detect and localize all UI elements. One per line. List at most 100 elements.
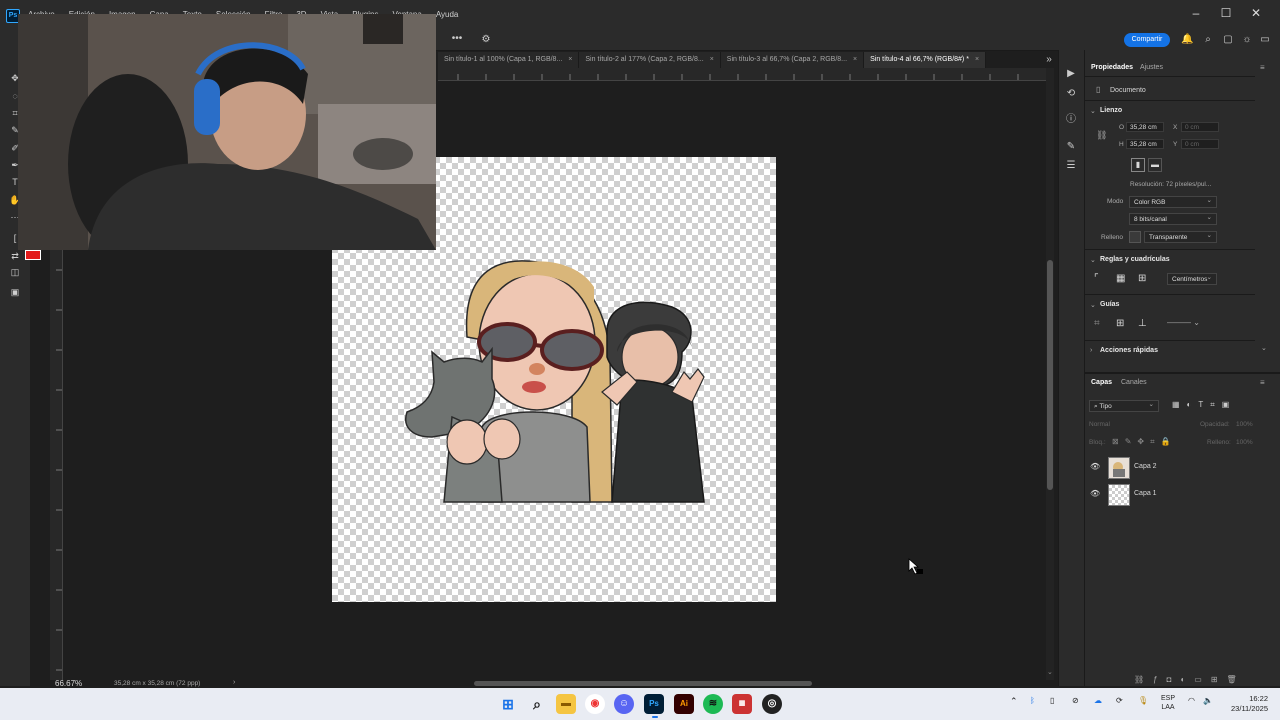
workspace-icon[interactable]: ▭ (1259, 34, 1271, 46)
canvas-section-title[interactable]: Lienzo (1100, 107, 1122, 114)
close-tab-icon[interactable]: × (568, 56, 572, 63)
fill-value[interactable]: 100% (1236, 439, 1253, 446)
guides-shape-icon[interactable]: ⊥ (1138, 318, 1147, 329)
file-explorer-icon[interactable]: ▬ (556, 694, 576, 714)
minimize-icon[interactable]: – (1186, 6, 1206, 20)
panel-menu-icon[interactable]: ≡ (1260, 63, 1265, 72)
tab-channels[interactable]: Canales (1121, 379, 1147, 386)
y-field[interactable]: 0 cm (1181, 139, 1219, 149)
chevron-up-icon[interactable]: ⌃ (1010, 696, 1018, 707)
x-field[interactable]: 0 cm (1181, 122, 1219, 132)
bluetooth-icon[interactable]: ᛒ (1030, 696, 1035, 705)
pixel-grid-icon[interactable]: ⊞ (1138, 273, 1146, 284)
tabs-overflow-icon[interactable]: » (1043, 54, 1055, 66)
lock-icons[interactable]: ⊠✎✥⌗🔒 (1112, 437, 1177, 447)
eye-icon[interactable]: 👁 (1090, 462, 1100, 471)
chevron-down-icon[interactable]: ⌄ (1261, 344, 1267, 352)
document-tab[interactable]: Sin título-2 al 177% (Capa 2, RGB/8... × (579, 52, 721, 68)
guides-section-title[interactable]: Guías (1100, 301, 1119, 308)
chrome-icon[interactable]: ◉ (585, 694, 605, 714)
eye-icon[interactable]: 👁 (1090, 489, 1100, 498)
tab-layers[interactable]: Capas (1091, 379, 1112, 386)
photoshop-icon[interactable]: Ps (644, 694, 664, 714)
wifi-icon[interactable]: ◠ (1188, 696, 1195, 705)
layer-name[interactable]: Capa 1 (1134, 490, 1157, 497)
document-tab[interactable]: Sin título-4 al 66,7% (RGB/8#) * × (864, 52, 987, 68)
quick-actions-section-title[interactable]: Acciones rápidas (1100, 347, 1158, 354)
discord-icon[interactable]: ☺ (614, 694, 634, 714)
discover-icon[interactable]: ▢ (1222, 34, 1234, 46)
history-icon[interactable]: ⟲ (1065, 88, 1077, 100)
game-app-icon[interactable]: ▦ (732, 694, 752, 714)
screen-mode-icon[interactable]: ▣ (9, 286, 21, 298)
network-off-icon[interactable]: ⊘ (1072, 696, 1079, 705)
chevron-down-icon[interactable]: ⌄ (1090, 301, 1096, 309)
ruler-icon[interactable]: ⌜ (1094, 273, 1099, 284)
obs-icon[interactable]: ◎ (762, 694, 782, 714)
search-icon[interactable]: ⌕ (1202, 34, 1214, 46)
microphone-icon[interactable]: 🎙 (1138, 696, 1148, 705)
maximize-icon[interactable]: ☐ (1216, 6, 1236, 20)
link-icon[interactable]: ⛓ (1096, 130, 1107, 141)
more-options-icon[interactable]: ••• (451, 33, 463, 45)
language-indicator[interactable]: ESP LAA (1158, 694, 1178, 712)
quick-mask-icon[interactable]: ◫ (9, 266, 21, 278)
cloud-icon[interactable]: ☁ (1094, 696, 1102, 705)
windows-start-icon[interactable]: ⊞ (498, 694, 518, 714)
tab-properties[interactable]: Propiedades (1091, 64, 1133, 71)
illustrator-icon[interactable]: Ai (674, 694, 694, 714)
sync-icon[interactable]: ⟳ (1116, 696, 1123, 705)
mode-select[interactable]: Color RGB (1129, 195, 1217, 208)
width-field[interactable]: 35,28 cm (1126, 122, 1164, 132)
layer-filter-icons[interactable]: ▦◐T⌗▣ (1172, 400, 1236, 410)
clock[interactable]: 16:22 23/11/2025 (1224, 694, 1268, 714)
scroll-down-icon[interactable]: ⌄ (1047, 668, 1053, 676)
fill-select[interactable]: Transparente (1144, 230, 1217, 243)
chevron-right-icon[interactable]: › (1090, 347, 1092, 354)
chevron-down-icon[interactable]: ⌄ (1090, 256, 1096, 264)
layer-name[interactable]: Capa 2 (1134, 463, 1157, 470)
info-icon[interactable]: ⓘ (1065, 114, 1077, 126)
opacity-value[interactable]: 100% (1236, 421, 1253, 428)
document-tab[interactable]: Sin título-3 al 66,7% (Capa 2, RGB/8... × (720, 52, 865, 68)
brush-settings-icon[interactable]: ✎ (1065, 141, 1077, 153)
adjustments-icon[interactable]: ☰ (1065, 160, 1077, 172)
menu-item[interactable]: Ayuda (436, 10, 459, 19)
portrait-icon[interactable]: ▮ (1131, 158, 1145, 172)
swap-colors-icon[interactable]: ⇄ (9, 250, 21, 262)
foreground-color-swatch[interactable] (25, 250, 41, 260)
horizontal-scroll-thumb[interactable] (474, 681, 812, 686)
layers-menu-icon[interactable]: ≡ (1260, 378, 1265, 387)
spotify-icon[interactable]: ≋ (703, 694, 723, 714)
play-actions-icon[interactable]: ▶ (1065, 68, 1077, 80)
phone-link-icon[interactable]: ▯ (1050, 696, 1054, 705)
guide-style-select[interactable]: ——— ⌄ (1167, 318, 1217, 330)
zoom-level[interactable]: 66.67% (55, 679, 82, 688)
layer-filter-select[interactable]: ⌕ Tipo (1089, 399, 1159, 412)
document-tab[interactable]: Sin título-1 al 100% (Capa 1, RGB/8... × (438, 52, 580, 68)
bit-depth-select[interactable]: 8 bits/canal (1129, 212, 1217, 225)
height-field[interactable]: 35,28 cm (1126, 139, 1164, 149)
close-tab-icon[interactable]: × (975, 56, 979, 63)
units-select[interactable]: Centímetros (1167, 272, 1217, 285)
vertical-scroll-thumb[interactable] (1047, 260, 1053, 490)
guide-layout-icon[interactable]: ⌗ (1094, 318, 1100, 329)
grid-icon[interactable]: ▦ (1116, 273, 1125, 284)
layer-row[interactable]: 👁 Capa 2 (1086, 454, 1260, 480)
bell-icon[interactable]: 🔔 (1181, 34, 1193, 46)
new-guide-icon[interactable]: ⊞ (1116, 318, 1124, 329)
fill-swatch[interactable] (1129, 231, 1141, 243)
settings-gear-icon[interactable]: ⚙ (480, 34, 492, 46)
blend-mode-select[interactable]: Normal (1089, 421, 1110, 428)
search-icon[interactable]: ⌕ (527, 694, 547, 714)
layers-footer-icons[interactable]: ⛓ƒ◘◐▭⊞🗑 (1134, 675, 1246, 684)
layer-row[interactable]: 👁 Capa 1 (1086, 481, 1260, 507)
tab-adjustments[interactable]: Ajustes (1140, 64, 1163, 71)
volume-icon[interactable]: 🔈 (1203, 696, 1213, 705)
tips-icon[interactable]: ☼ (1241, 34, 1253, 46)
close-tab-icon[interactable]: × (853, 56, 857, 63)
chevron-down-icon[interactable]: ⌄ (1090, 107, 1096, 115)
rulers-section-title[interactable]: Reglas y cuadrículas (1100, 256, 1170, 263)
landscape-icon[interactable]: ▬ (1148, 158, 1162, 172)
close-icon[interactable]: ✕ (1246, 6, 1266, 20)
